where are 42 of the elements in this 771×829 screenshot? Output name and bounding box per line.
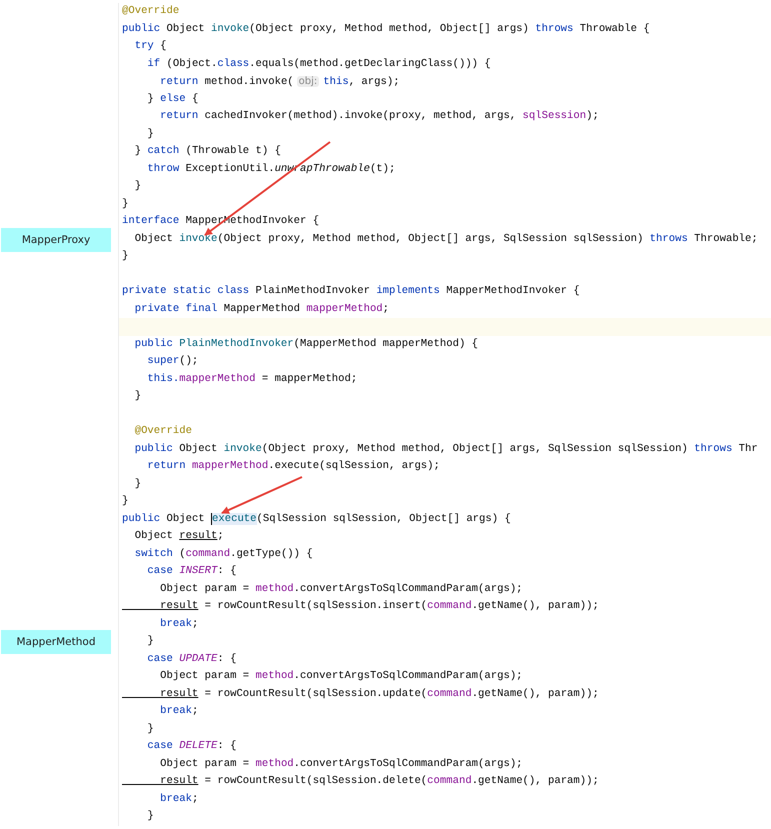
code-line: Object param = method.convertArgsToSqlCommandParam(args);	[118, 756, 771, 773]
code-line: public PlainMethodInvoker(MapperMethod mapperMethod) {	[118, 336, 771, 353]
code-line: }	[118, 388, 771, 406]
class-label: MapperProxy	[1, 228, 111, 252]
code-line: private static class PlainMethodInvoker implements MapperMethodInvoker {	[118, 283, 771, 300]
code-line: switch (command.getType()) {	[118, 546, 771, 563]
parameter-hint: obj:	[296, 76, 320, 87]
code-line: Object invoke(Object proxy, Method method, Object[] args, SqlSession sqlSession) throws Throwable;	[118, 230, 771, 248]
code-line: result = rowCountResult(sqlSession.update(command.getName(), param));	[118, 686, 771, 703]
code-line: }	[118, 633, 771, 650]
code-line: return cachedInvoker(method).invoke(proxy, method, args, sqlSession);	[118, 108, 771, 126]
code-line: this.mapperMethod = mapperMethod;	[118, 370, 771, 388]
code-line: public Object invoke(Object proxy, Method method, Object[] args) throws Throwable {	[118, 20, 771, 38]
code-line: }	[118, 196, 771, 213]
code-line: case DELETE: {	[118, 738, 771, 756]
code-line: Object param = method.convertArgsToSqlCommandParam(args);	[118, 668, 771, 686]
code-line: super();	[118, 353, 771, 370]
code-line: }	[118, 126, 771, 143]
code-line: Object param = method.convertArgsToSqlCommandParam(args);	[118, 580, 771, 598]
code-line: case INSERT: {	[118, 563, 771, 580]
code-line: try {	[118, 38, 771, 56]
code-line: case UPDATE: {	[118, 650, 771, 668]
class-label: MapperMethod	[1, 630, 111, 654]
code-line: }	[118, 720, 771, 738]
code-line: }	[118, 493, 771, 510]
code-line: }	[118, 476, 771, 493]
code-line: @Override	[118, 3, 771, 20]
code-line: result = rowCountResult(sqlSession.delete(command.getName(), param));	[118, 773, 771, 790]
code-line: } else {	[118, 90, 771, 108]
code-line: public Object execute(SqlSession sqlSession, Object[] args) {	[118, 510, 771, 528]
code-line: }	[118, 248, 771, 266]
code-line: result = rowCountResult(sqlSession.insert(command.getName(), param));	[118, 598, 771, 616]
code-line: @Override	[118, 423, 771, 440]
code-line: }	[118, 808, 771, 826]
code-line: public Object invoke(Object proxy, Method method, Object[] args, SqlSession sqlSession) throws Thr	[118, 440, 771, 458]
code-line: }	[118, 178, 771, 196]
identifier-highlight: execute	[211, 512, 257, 524]
code-line: return method.invoke( obj: this, args);	[118, 73, 771, 92]
code-line: Object result;	[118, 528, 771, 546]
code-line: if (Object.class.equals(method.getDeclaringClass())) {	[118, 56, 771, 73]
code-line: } catch (Throwable t) {	[118, 143, 771, 160]
code-line: return mapperMethod.execute(sqlSession, args);	[118, 458, 771, 476]
